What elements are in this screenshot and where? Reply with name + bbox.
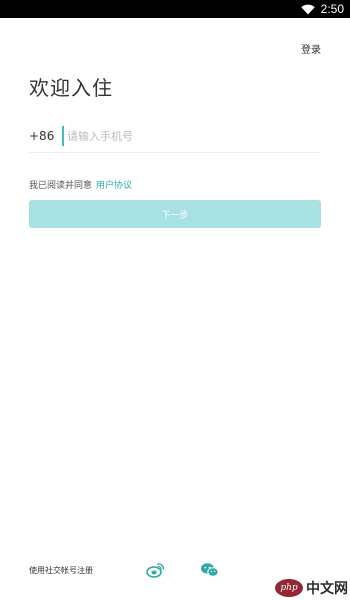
status-bar: 2:50 [0, 0, 350, 18]
watermark-logo: php [275, 579, 303, 597]
agreement-text: 我已阅读并同意 [29, 181, 93, 191]
user-agreement-link[interactable]: 用户协议 [96, 181, 132, 191]
phone-input[interactable] [62, 126, 317, 146]
country-code[interactable]: +86 [29, 129, 54, 143]
next-button[interactable]: 下一步 [29, 200, 321, 228]
login-link[interactable]: 登录 [301, 41, 321, 56]
status-time: 2:50 [320, 2, 344, 16]
watermark-text: 中文网 [306, 581, 348, 597]
next-button-label: 下一步 [161, 210, 189, 221]
social-register-label: 使用社交帐号注册 [29, 566, 93, 575]
phone-row: +86 [29, 124, 321, 153]
agreement-row: 我已阅读并同意 用户协议 [29, 178, 132, 191]
page-title: 欢迎入住 [29, 76, 113, 100]
wechat-icon [201, 563, 219, 577]
status-right: 2:50 [300, 0, 344, 18]
watermark: php 中文网 [275, 578, 348, 598]
screen: 2:50 登录 欢迎入住 +86 我已阅读并同意用户协议 下一步 使用社交帐号注… [0, 0, 350, 600]
wechat-button[interactable] [200, 562, 220, 578]
wifi-icon [300, 4, 315, 15]
weibo-button[interactable] [146, 562, 166, 578]
weibo-icon [146, 563, 165, 578]
